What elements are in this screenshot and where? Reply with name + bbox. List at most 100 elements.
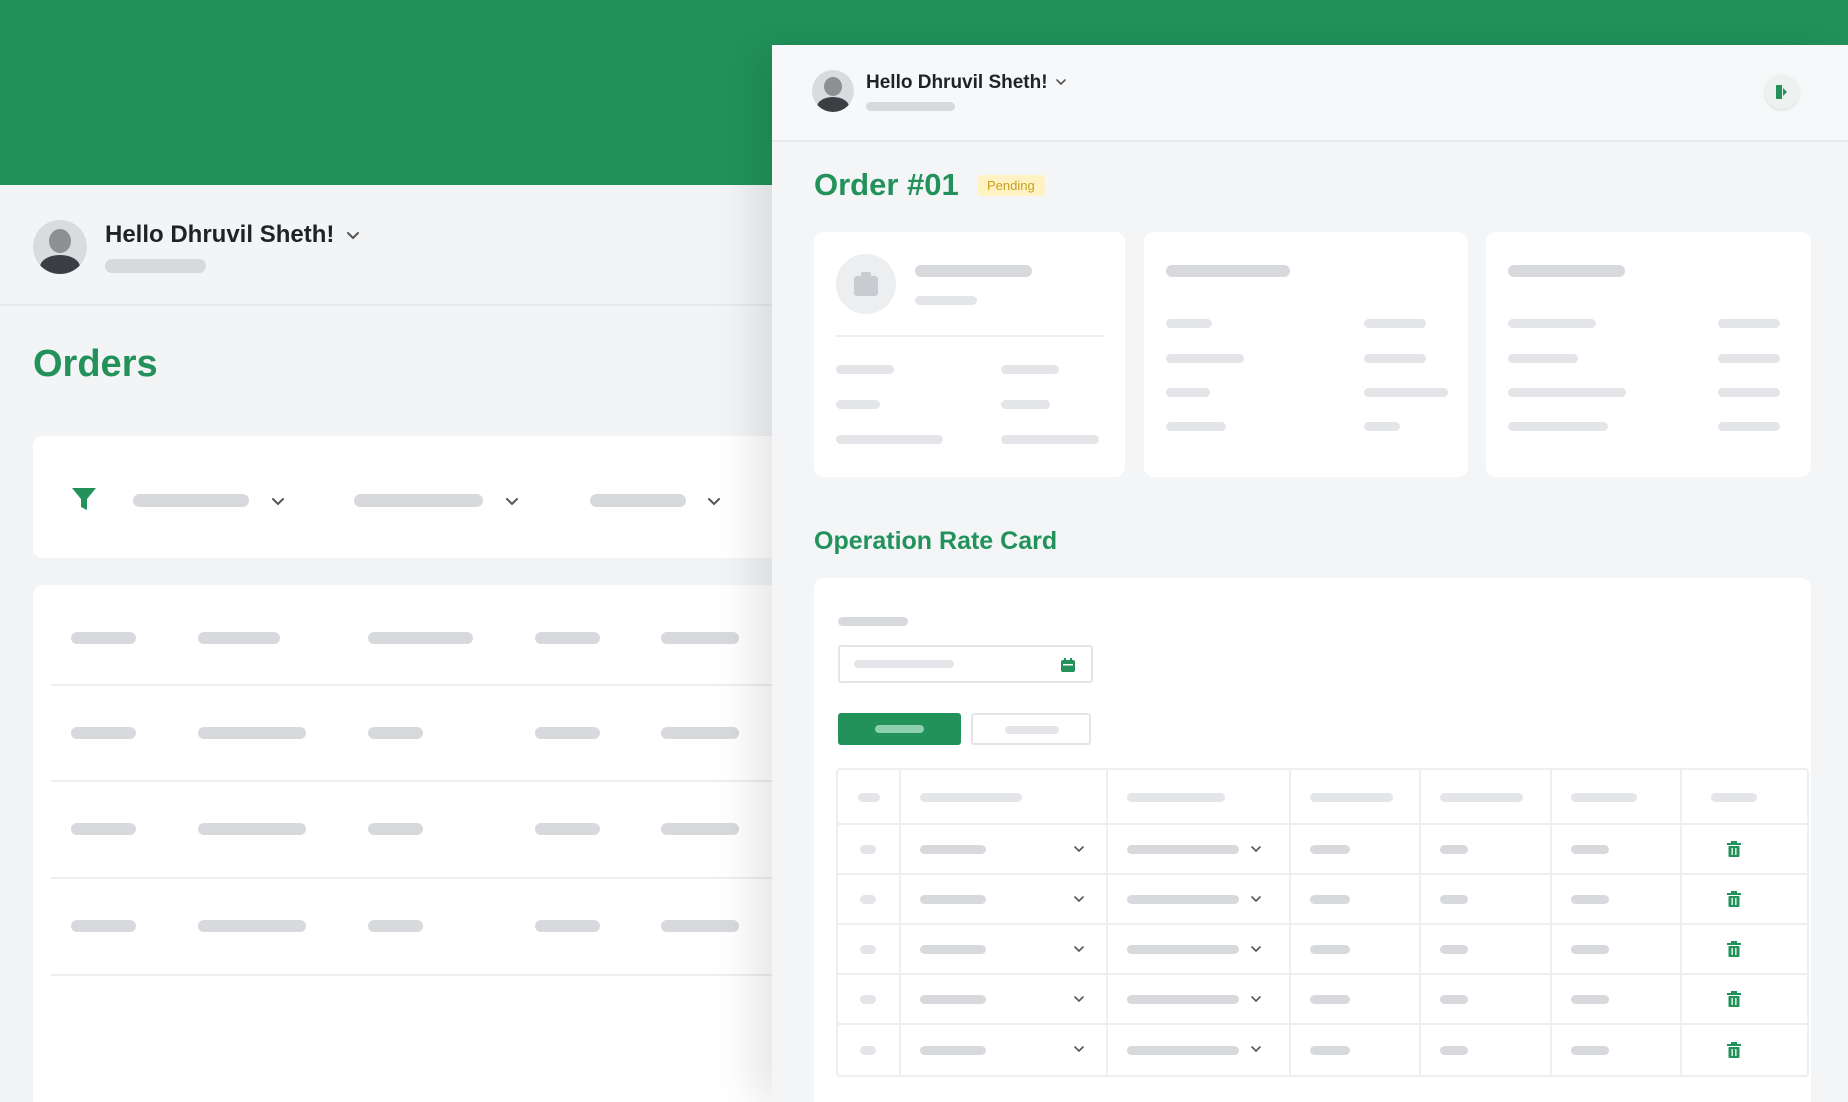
chevron-down-icon[interactable]: [1073, 893, 1085, 905]
field-value-placeholder: [1001, 435, 1099, 444]
table-row[interactable]: [838, 875, 1807, 925]
user-avatar[interactable]: [33, 220, 87, 274]
cell-placeholder: [1440, 1046, 1468, 1055]
cell-placeholder: [535, 823, 600, 835]
button-label-placeholder: [1005, 726, 1059, 734]
header-placeholder: [1127, 792, 1225, 802]
orders-header: Hello Dhruvil Sheth!: [0, 185, 790, 306]
chevron-down-icon[interactable]: [706, 493, 722, 509]
cell-placeholder: [920, 845, 986, 854]
chevron-down-icon[interactable]: [1250, 943, 1262, 955]
field-label-placeholder: [1166, 422, 1226, 431]
cell-placeholder: [1127, 1046, 1239, 1055]
shipping-info-card: [1486, 232, 1811, 477]
cell-placeholder: [1571, 1046, 1609, 1055]
cell-placeholder: [920, 895, 986, 904]
chevron-down-icon[interactable]: [1073, 943, 1085, 955]
chevron-down-icon[interactable]: [1055, 76, 1067, 88]
cell-placeholder: [535, 632, 600, 644]
field-label-placeholder: [1508, 388, 1626, 397]
chevron-down-icon[interactable]: [1073, 1043, 1085, 1055]
field-value-placeholder: [1364, 388, 1448, 397]
table-row[interactable]: [33, 879, 790, 974]
field-label-placeholder: [836, 435, 943, 444]
cell-placeholder: [198, 632, 280, 644]
logout-button[interactable]: [1765, 75, 1799, 109]
package-icon: [854, 272, 878, 296]
header-placeholder: [920, 792, 1022, 802]
trash-icon[interactable]: [1727, 991, 1741, 1007]
chevron-down-icon[interactable]: [1250, 843, 1262, 855]
cell-placeholder: [368, 920, 423, 932]
chevron-down-icon[interactable]: [1250, 993, 1262, 1005]
filter-dropdown-1[interactable]: [133, 494, 249, 507]
cell-placeholder: [1571, 845, 1609, 854]
cell-placeholder: [661, 727, 739, 739]
filter-bar: [33, 436, 790, 558]
table-row[interactable]: [33, 782, 790, 877]
order-title: Order #01: [814, 167, 959, 202]
header-placeholder: [1310, 792, 1393, 802]
field-value-placeholder: [1001, 400, 1050, 409]
filter-dropdown-2[interactable]: [354, 494, 483, 507]
cell-placeholder: [1127, 945, 1239, 954]
user-role-placeholder: [105, 259, 206, 273]
cell-placeholder: [860, 895, 876, 904]
date-label-placeholder: [838, 617, 908, 626]
cell-placeholder: [1310, 995, 1350, 1004]
secondary-button[interactable]: [971, 713, 1091, 745]
cell-placeholder: [368, 823, 423, 835]
table-row[interactable]: [33, 585, 790, 684]
trash-icon[interactable]: [1727, 841, 1741, 857]
field-label-placeholder: [836, 400, 880, 409]
order-detail-window: Hello Dhruvil Sheth! Order #01 Pending O…: [772, 45, 1848, 1102]
customer-info-card: [814, 232, 1125, 477]
primary-button[interactable]: [838, 713, 961, 745]
product-thumb: [836, 254, 896, 314]
field-value-placeholder: [1364, 422, 1400, 431]
chevron-down-icon[interactable]: [1250, 1043, 1262, 1055]
chevron-down-icon[interactable]: [346, 228, 360, 242]
cell-placeholder: [71, 823, 136, 835]
chevron-down-icon[interactable]: [270, 493, 286, 509]
cell-placeholder: [661, 920, 739, 932]
date-input[interactable]: [838, 645, 1093, 683]
table-row[interactable]: [838, 925, 1807, 975]
card-title-placeholder: [1166, 265, 1290, 277]
cell-placeholder: [860, 945, 876, 954]
cell-placeholder: [1571, 895, 1609, 904]
calendar-icon[interactable]: [1060, 657, 1076, 673]
user-avatar[interactable]: [812, 70, 854, 112]
table-row[interactable]: [33, 686, 790, 781]
chevron-down-icon[interactable]: [504, 493, 520, 509]
cell-placeholder: [71, 727, 136, 739]
field-label-placeholder: [1508, 319, 1596, 328]
user-role-placeholder: [866, 102, 955, 111]
trash-icon[interactable]: [1727, 891, 1741, 907]
trash-icon[interactable]: [1727, 1042, 1741, 1058]
cell-placeholder: [1310, 1046, 1350, 1055]
cell-placeholder: [860, 845, 876, 854]
field-value-placeholder: [1364, 319, 1426, 328]
filter-icon[interactable]: [71, 486, 97, 512]
orders-table: [33, 585, 790, 1102]
cell-placeholder: [920, 995, 986, 1004]
cell-placeholder: [661, 632, 739, 644]
trash-icon[interactable]: [1727, 941, 1741, 957]
cell-placeholder: [198, 727, 306, 739]
table-row[interactable]: [838, 825, 1807, 875]
cell-placeholder: [1310, 945, 1350, 954]
cell-placeholder: [1571, 995, 1609, 1004]
chevron-down-icon[interactable]: [1073, 993, 1085, 1005]
cell-placeholder: [1440, 845, 1468, 854]
cell-placeholder: [1440, 995, 1468, 1004]
greeting-text: Hello Dhruvil Sheth!: [866, 72, 1048, 93]
cell-placeholder: [71, 632, 136, 644]
field-label-placeholder: [1508, 354, 1578, 363]
chevron-down-icon[interactable]: [1250, 893, 1262, 905]
table-row[interactable]: [838, 975, 1807, 1025]
table-row[interactable]: [838, 1025, 1807, 1075]
chevron-down-icon[interactable]: [1073, 843, 1085, 855]
filter-dropdown-3[interactable]: [590, 494, 686, 507]
cell-placeholder: [535, 920, 600, 932]
